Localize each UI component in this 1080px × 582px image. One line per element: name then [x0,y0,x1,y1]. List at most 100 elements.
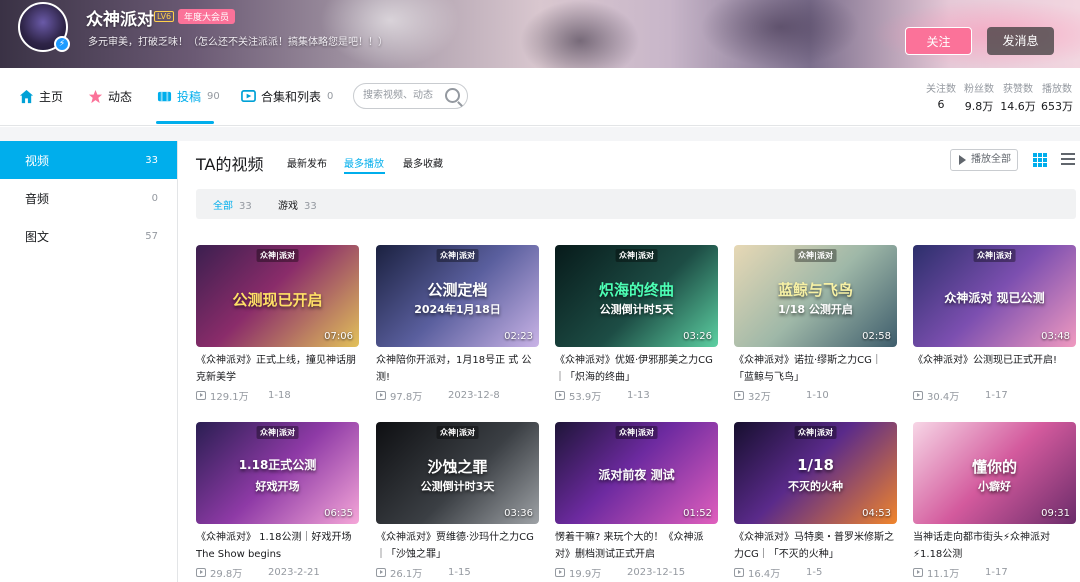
video-thumbnail[interactable]: 众神|派对 1/18 不灭的火种 04:53 [734,422,897,524]
stat-value: 9.8万 [964,100,994,113]
stat-value: 14.6万 [1000,100,1036,113]
video-thumbnail[interactable]: 众神|派对 派对前夜 测试 01:52 [555,422,718,524]
video-views: 30.4万 [927,392,960,403]
video-thumbnail[interactable]: 众神|派对 1.18正式公测 好戏开场 06:35 [196,422,359,524]
play-count-icon [734,391,744,400]
thumbnail-caption: 公测现已开启 [232,291,323,309]
stat-value: 6 [937,98,945,111]
video-views: 53.9万 [569,392,602,403]
video-card[interactable]: 懂你的 小癖好 09:31 当神话走向都市街头⚡众神派对⚡1.18公测 11.1万 1-1… [913,422,1076,580]
video-duration: 01:52 [683,508,712,519]
video-title[interactable]: 《众神派对》公测现已正式开启! [913,352,1076,386]
video-duration: 02:23 [504,331,533,342]
video-title[interactable]: 愣着干嘛? 来玩个大的！《众神派对》删档测试正式开启 [555,529,718,563]
sort-indicator [344,172,385,174]
follow-button[interactable]: 关注 [905,27,972,55]
avatar[interactable]: ⚡ [18,2,70,52]
video-title[interactable]: 《众神派对》 1.18公测｜好戏开场 The Show begins [196,529,359,563]
thumbnail-caption: 1/18 [797,456,834,474]
video-card[interactable]: 众神|派对 炽海的终曲 公测倒计时5天 03:26 《众神派对》优姬·伊邪那美之力CG｜… [555,245,718,403]
banner-art [520,0,640,68]
tab-dynamic[interactable]: 动态 [87,68,132,124]
sidebar-item-video[interactable]: 视频 33 [0,141,177,179]
video-thumbnail[interactable]: 众神|派对 众神派对 现已公测 03:48 [913,245,1076,347]
message-button[interactable]: 发消息 [987,27,1054,55]
filter-game[interactable]: 游戏 33 [278,197,317,212]
video-card[interactable]: 众神|派对 众神派对 现已公测 03:48 《众神派对》公测现已正式开启! 30.4万 1… [913,245,1076,403]
stat-followers[interactable]: 粉丝数 9.8万 [960,80,998,114]
sort-most-played[interactable]: 最多播放 [344,155,384,170]
thumbnail-subcaption: 公测倒计时3天 [420,480,495,493]
video-title[interactable]: 《众神派对》优姬·伊邪那美之力CG｜「炽海的终曲」 [555,352,718,386]
play-count-icon [913,568,923,577]
sidebar-item-count: 0 [151,192,158,204]
video-views: 19.9万 [569,569,602,580]
video-title[interactable]: 当神话走向都市街头⚡众神派对⚡1.18公测 [913,529,1076,563]
thumbnail-subcaption: 小癖好 [978,480,1011,493]
category-filter: 全部 33 游戏 33 [196,189,1076,219]
sidebar-item-audio[interactable]: 音频 0 [0,179,177,217]
video-title[interactable]: 《众神派对》马特奥・普罗米修斯之力CG｜「不灭的火种」 [734,529,897,563]
sort-latest[interactable]: 最新发布 [287,155,327,170]
play-icon [959,155,966,165]
video-title[interactable]: 《众神派对》正式上线，撞见神话朋克新美学 [196,352,359,386]
tab-collections-label: 合集和列表 [261,89,322,104]
video-date: 1-13 [627,390,650,401]
video-card[interactable]: 众神|派对 公测现已开启 07:06 《众神派对》正式上线，撞见神话朋克新美学 129.… [196,245,359,403]
list-view-icon[interactable] [1061,153,1075,167]
video-card[interactable]: 众神|派对 沙蚀之罪 公测倒计时3天 03:36 《众神派对》贾维德·沙玛什之力CG｜「… [376,422,539,580]
profile-nav: 主页 动态 投稿 90 合集和列表 0 搜索视频、动态 关注数 6 粉丝数 9.… [0,68,1080,126]
search-input[interactable]: 搜索视频、动态 [353,83,468,109]
collections-icon [240,88,256,104]
video-card[interactable]: 众神|派对 派对前夜 测试 01:52 愣着干嘛? 来玩个大的！《众神派对》删档测试正… [555,422,718,580]
active-tab-indicator [156,121,214,124]
video-meta: 32万 1-10 [734,388,897,403]
tab-home[interactable]: 主页 [18,68,63,124]
search-icon[interactable] [445,88,460,103]
video-title[interactable]: 《众神派对》贾维德·沙玛什之力CG｜「沙蚀之罪」 [376,529,539,563]
video-thumbnail[interactable]: 懂你的 小癖好 09:31 [913,422,1076,524]
filter-all[interactable]: 全部 33 [213,197,252,212]
play-all-button[interactable]: 播放全部 [950,149,1018,171]
section-gap [0,127,1080,141]
stat-label: 关注数 [926,84,956,95]
video-date: 2023-2-21 [268,567,320,578]
video-title[interactable]: 《众神派对》诺拉·缪斯之力CG｜「蓝鲸与飞鸟」 [734,352,897,386]
video-views: 29.8万 [210,569,243,580]
thumbnail-subcaption: 不灭的火种 [788,480,843,493]
sidebar-item-article[interactable]: 图文 57 [0,217,177,255]
video-meta: 53.9万 1-13 [555,388,718,403]
thumbnail-caption: 懂你的 [971,458,1017,476]
video-thumbnail[interactable]: 众神|派对 炽海的终曲 公测倒计时5天 03:26 [555,245,718,347]
video-title[interactable]: 众神陪你开派对，1月18号正 式 公测! [376,352,539,386]
video-date: 1-17 [985,390,1008,401]
section-title: TA的视频 [196,155,264,174]
thumbnail-logo: 众神|派对 [615,426,658,439]
sidebar-item-label: 音频 [25,191,50,206]
tab-upload-count: 90 [207,90,220,102]
video-duration: 03:48 [1041,331,1070,342]
video-thumbnail[interactable]: 众神|派对 蓝鲸与飞鸟 1/18 公测开启 02:58 [734,245,897,347]
video-card[interactable]: 众神|派对 公测定档 2024年1月18日 02:23 众神陪你开派对，1月18号正 式… [376,245,539,403]
video-date: 1-5 [806,567,823,578]
tab-collections[interactable]: 合集和列表 0 [240,68,333,124]
video-duration: 03:36 [504,508,533,519]
stat-following[interactable]: 关注数 6 [922,80,960,114]
thumbnail-caption: 1.18正式公测 [238,458,317,472]
thumbnail-logo: 众神|派对 [615,249,658,262]
tab-upload[interactable]: 投稿 90 [156,68,220,124]
sort-most-favorited[interactable]: 最多收藏 [403,155,443,170]
video-card[interactable]: 众神|派对 1/18 不灭的火种 04:53 《众神派对》马特奥・普罗米修斯之力CG｜「… [734,422,897,580]
video-thumbnail[interactable]: 众神|派对 公测现已开启 07:06 [196,245,359,347]
thumbnail-subcaption: 公测倒计时5天 [599,303,674,316]
play-count-icon [376,391,386,400]
video-duration: 07:06 [324,331,353,342]
video-meta: 11.1万 1-17 [913,565,1076,580]
video-card[interactable]: 众神|派对 蓝鲸与飞鸟 1/18 公测开启 02:58 《众神派对》诺拉·缪斯之力CG｜… [734,245,897,403]
video-thumbnail[interactable]: 众神|派对 沙蚀之罪 公测倒计时3天 03:36 [376,422,539,524]
grid-view-icon[interactable] [1033,153,1047,167]
thumbnail-logo: 众神|派对 [794,249,837,262]
content-type-sidebar: 视频 33 音频 0 图文 57 [0,141,178,582]
video-thumbnail[interactable]: 众神|派对 公测定档 2024年1月18日 02:23 [376,245,539,347]
video-card[interactable]: 众神|派对 1.18正式公测 好戏开场 06:35 《众神派对》 1.18公测｜好戏开场… [196,422,359,580]
